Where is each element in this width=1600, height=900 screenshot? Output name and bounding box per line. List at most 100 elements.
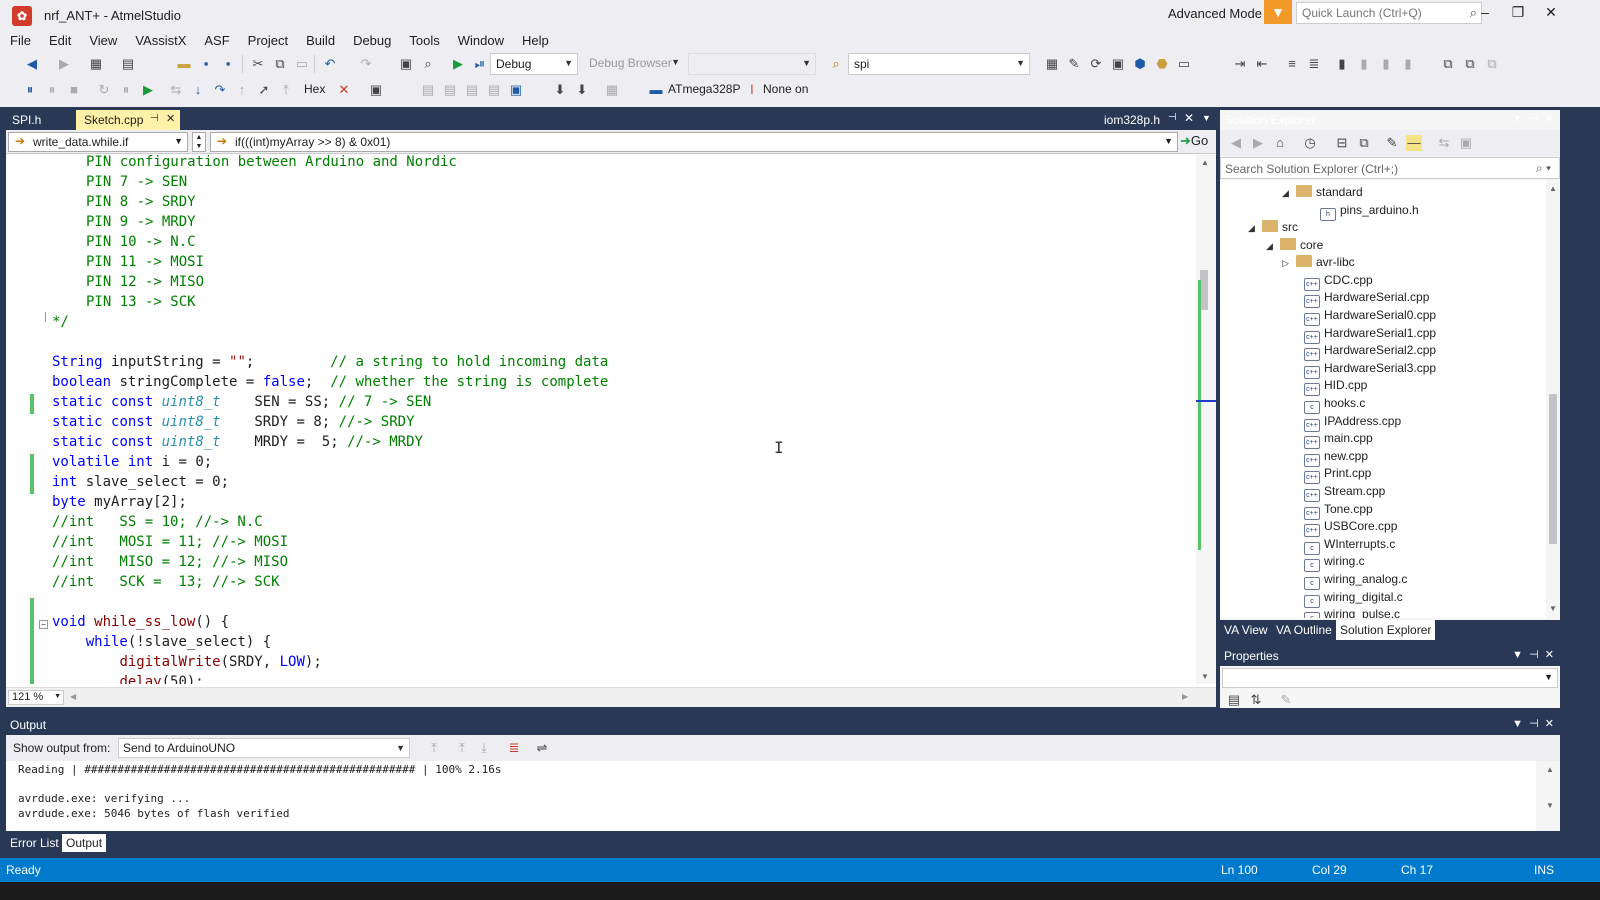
undo-icon[interactable]: ↶ (322, 56, 338, 72)
scroll-down-icon[interactable]: ▼ (1546, 801, 1554, 810)
tree-item-stream[interactable]: c++ Stream.cpp (1304, 482, 1385, 502)
find-message-icon[interactable]: ⤒ (426, 740, 442, 756)
pin-icon[interactable]: ⊣ (150, 113, 159, 124)
paste-icon[interactable]: ▭ (294, 56, 310, 72)
start-debugging-icon[interactable]: ▶ (450, 56, 466, 72)
scroll-down-icon[interactable]: ▼ (1201, 672, 1209, 681)
filter-icon[interactable]: ▼ (1264, 0, 1292, 24)
config-select[interactable]: Debug ▼ (490, 53, 578, 75)
disabled-chip-icon[interactable]: ▦ (604, 82, 620, 98)
tree-item-ipaddress[interactable]: c++ IPAddress.cpp (1304, 412, 1401, 432)
tree-item-core[interactable]: ◢ core (1266, 236, 1323, 254)
next-bookmark-icon[interactable]: ▮ (1378, 56, 1394, 72)
zoom-icon[interactable]: ⌕ (420, 56, 436, 72)
pin-icon[interactable]: ⊣ (1168, 112, 1177, 123)
vertical-scrollbar[interactable]: ▲ ▼ (1196, 154, 1216, 684)
tree-item-hardwareserial3[interactable]: c++ HardwareSerial3.cpp (1304, 359, 1436, 379)
tab-sketch-cpp[interactable]: Sketch.cpp ⊣ ✕ (76, 110, 180, 130)
tree-item-hardwareserial[interactable]: c++ HardwareSerial.cpp (1304, 288, 1429, 308)
step-over-icon[interactable]: ↷ (212, 82, 228, 98)
disassembly-icon[interactable]: ▣ (508, 82, 524, 98)
scroll-up-icon[interactable]: ▲ (1546, 765, 1554, 774)
output-source-select[interactable]: Send to ArduinoUNO ▼ (118, 738, 410, 758)
tree-item-winterrupts[interactable]: c WInterrupts.c (1304, 535, 1395, 555)
clear-all-icon[interactable]: ≣ (506, 740, 522, 756)
tab-error-list[interactable]: Error List (6, 834, 63, 852)
break-all-icon[interactable]: ⏸ (22, 82, 38, 98)
terminal-icon[interactable]: ▭ (1176, 56, 1192, 72)
breakpoint-window-icon[interactable]: ▣ (368, 82, 384, 98)
add-item-icon[interactable]: ▤ (120, 56, 136, 72)
extension-icon[interactable]: ⬢ (1132, 56, 1148, 72)
find-in-files-icon[interactable]: ⌕ (828, 56, 844, 72)
open-folder-icon[interactable]: ▬ (176, 56, 192, 72)
tree-item-wiring-digital[interactable]: c wiring_digital.c (1304, 588, 1403, 608)
device-icon[interactable]: ▬ (648, 82, 664, 98)
device-selector[interactable]: ATmega328P (668, 82, 741, 96)
pin-preview-icon[interactable]: — (1406, 135, 1422, 151)
menu-asf[interactable]: ASF (195, 30, 238, 51)
device-programming-icon[interactable]: ▦ (1044, 56, 1060, 72)
menu-tools[interactable]: Tools (400, 30, 448, 51)
home-icon[interactable]: ⌂ (1272, 135, 1288, 151)
view-code-icon[interactable]: ⇆ (1436, 135, 1452, 151)
processor-icon[interactable]: ▤ (464, 82, 480, 98)
property-pages-icon[interactable]: ✎ (1278, 692, 1294, 708)
tree-item-main[interactable]: c++ main.cpp (1304, 429, 1373, 449)
back-icon[interactable]: ◀ (24, 56, 40, 72)
bookmark-icon[interactable]: ▮ (1334, 56, 1350, 72)
stop-debugging-icon[interactable]: ✕ (336, 82, 352, 98)
prev-message-icon[interactable]: ⤒ (454, 740, 470, 756)
chevron-down-icon[interactable]: ▼ (1202, 113, 1211, 123)
tree-item-cdc[interactable]: c++ CDC.cpp (1304, 271, 1373, 291)
scrollbar-thumb[interactable] (1549, 394, 1557, 544)
comment-icon[interactable]: ≡ (1284, 56, 1300, 72)
restore-button[interactable]: ❐ (1503, 4, 1533, 21)
new-project-icon[interactable]: ▦ (88, 56, 104, 72)
run-to-cursor-icon[interactable]: ➚ (256, 82, 272, 98)
tree-item-usbcore[interactable]: c++ USBCore.cpp (1304, 517, 1397, 537)
scrollbar-thumb[interactable] (1200, 270, 1208, 310)
tree-item-src[interactable]: ◢ src (1248, 218, 1298, 236)
platform-select[interactable]: ▼ (688, 53, 816, 75)
go-button[interactable]: ➜Go (1180, 133, 1208, 149)
pane-buttons[interactable]: ▼ ⊣ ✕ (1512, 717, 1554, 730)
reset-icon[interactable]: ⤒ (278, 82, 294, 98)
tab-va-outline[interactable]: VA Outline (1272, 620, 1336, 640)
continue-icon[interactable]: ▶ (140, 82, 156, 98)
tree-item-wiring-analog[interactable]: c wiring_analog.c (1304, 570, 1407, 590)
tree-item-print[interactable]: c++ Print.cpp (1304, 464, 1371, 484)
pane-buttons[interactable]: ▼ ⊣ ✕ (1512, 112, 1554, 125)
close-window-button[interactable]: ✕ (1536, 4, 1566, 21)
member-dropdown[interactable]: ➔ if(((int)myArray >> 8) & 0x01) ▼ (210, 132, 1178, 152)
outdent-icon[interactable]: ⇤ (1254, 56, 1270, 72)
chip-icon[interactable]: ▣ (1110, 56, 1126, 72)
properties-wrench-icon[interactable]: ✎ (1384, 135, 1400, 151)
copy-icon[interactable]: ⧉ (272, 56, 288, 72)
tree-item-standard[interactable]: ◢ standard (1282, 183, 1363, 201)
tree-item-hid[interactable]: c++ HID.cpp (1304, 376, 1367, 396)
tab-spi-h[interactable]: SPI.h (4, 110, 49, 130)
word-wrap-icon[interactable]: ⇌ (534, 740, 550, 756)
close-icon[interactable]: ✕ (1184, 111, 1194, 125)
tree-item-wiring-pulse[interactable]: c wiring_pulse.c (1304, 605, 1400, 618)
indent-icon[interactable]: ⇥ (1232, 56, 1248, 72)
menu-window[interactable]: Window (449, 30, 513, 51)
scope-dropdown[interactable]: ➔ write_data.while.if ▼ (8, 132, 188, 152)
clear-bookmarks-icon[interactable]: ▮ (1400, 56, 1416, 72)
horizontal-scrollbar[interactable]: 121 % ▼ ◀ ▶ (6, 687, 1216, 707)
tree-item-hardwareserial2[interactable]: c++ HardwareSerial2.cpp (1304, 341, 1436, 361)
move-bookmark-icon[interactable]: ⧉ (1462, 56, 1478, 72)
start-without-debugging-icon[interactable]: ⏯ (472, 56, 488, 72)
close-tab-icon[interactable]: ✕ (166, 112, 175, 125)
disabled-tool-icon[interactable]: ⧉ (1484, 56, 1500, 72)
memory-icon[interactable]: ▤ (420, 82, 436, 98)
tree-item-wiring[interactable]: c wiring.c (1304, 552, 1365, 572)
menu-debug[interactable]: Debug (344, 30, 400, 51)
categorized-icon[interactable]: ▤ (1226, 692, 1242, 708)
asf-wizard-icon[interactable]: ⬣ (1154, 56, 1170, 72)
scroll-down-icon[interactable]: ▼ (1549, 604, 1557, 613)
scroll-right-icon[interactable]: ▶ (1182, 692, 1188, 701)
forward-icon[interactable]: ▶ (56, 56, 72, 72)
copy-bookmark-icon[interactable]: ⧉ (1440, 56, 1456, 72)
